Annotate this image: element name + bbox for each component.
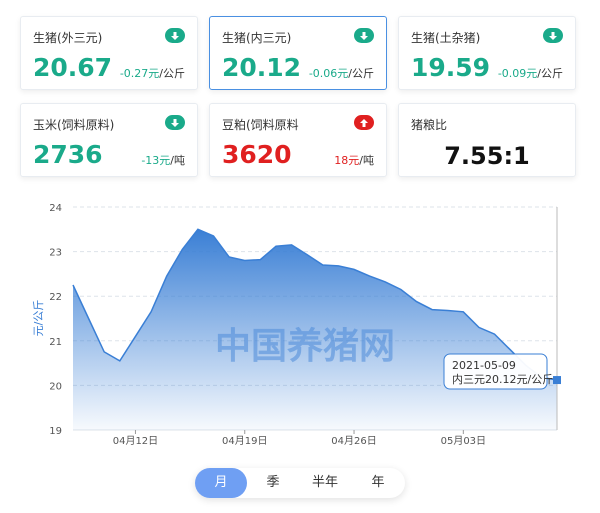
y-axis-label: 元/公斤 xyxy=(32,300,45,337)
card-pig-grain-ratio[interactable]: 猪粮比 7.55:1 xyxy=(398,103,576,177)
price-chart: 19 20 21 22 23 24 04月12日 04月19日 04月26日 05月03日 元/… xyxy=(32,203,561,447)
card-value: 3620 xyxy=(222,140,292,169)
card-change: -13元/吨 xyxy=(141,154,185,167)
card-value: 19.59 xyxy=(411,53,491,82)
x-tick-label: 05月03日 xyxy=(441,435,486,447)
x-tick-label: 04月26日 xyxy=(331,435,376,447)
hover-point-marker xyxy=(553,376,561,385)
tab-quarter[interactable]: 季 xyxy=(247,468,299,498)
x-tick-label: 04月19日 xyxy=(222,435,267,447)
y-tick-label: 21 xyxy=(49,337,62,348)
down-arrow-icon xyxy=(354,28,374,43)
y-tick-label: 23 xyxy=(49,248,62,259)
y-tick-label: 19 xyxy=(49,426,62,437)
card-change: -0.27元/公斤 xyxy=(119,67,185,80)
y-tick-label: 24 xyxy=(49,203,62,214)
x-tick-label: 04月12日 xyxy=(113,435,158,447)
card-name: 生猪(内三元) xyxy=(222,31,292,45)
card-value: 20.12 xyxy=(222,53,302,82)
card-name: 生猪(外三元) xyxy=(33,31,103,45)
tab-year[interactable]: 年 xyxy=(351,468,405,498)
card-value: 7.55:1 xyxy=(444,142,530,170)
tooltip-text: 内三元20.12元/公斤 xyxy=(452,372,553,386)
down-arrow-icon xyxy=(165,115,185,130)
card-corn[interactable]: 玉米(饲料原料) 2736 -13元/吨 xyxy=(20,103,198,177)
y-tick-label: 20 xyxy=(49,381,62,392)
card-value: 2736 xyxy=(33,140,103,169)
watermark: 中国养猪网 xyxy=(215,325,395,367)
card-soymeal[interactable]: 豆粕(饲料原料 3620 18元/吨 xyxy=(209,103,387,177)
card-pig-outer[interactable]: 生猪(外三元) 20.67 -0.27元/公斤 xyxy=(20,16,198,90)
up-arrow-icon xyxy=(354,115,374,130)
down-arrow-icon xyxy=(165,28,185,43)
card-value: 20.67 xyxy=(33,53,113,82)
down-arrow-icon xyxy=(543,28,563,43)
tooltip-date: 2021-05-09 xyxy=(452,359,516,372)
card-change: -0.06元/公斤 xyxy=(308,67,374,80)
y-tick-labels: 19 20 21 22 23 24 xyxy=(49,203,62,437)
period-tabs: 月 季 半年 年 xyxy=(195,468,405,498)
card-name: 猪粮比 xyxy=(411,118,448,132)
card-change: 18元/吨 xyxy=(334,154,374,167)
card-change: -0.09元/公斤 xyxy=(497,67,563,80)
card-name: 玉米(饲料原料) xyxy=(33,118,115,132)
card-pig-inner[interactable]: 生猪(内三元) 20.12 -0.06元/公斤 xyxy=(209,16,387,90)
card-name: 生猪(土杂猪) xyxy=(411,31,481,45)
x-tick-labels: 04月12日 04月19日 04月26日 05月03日 xyxy=(113,430,486,447)
y-tick-label: 22 xyxy=(49,292,62,303)
card-pig-local[interactable]: 生猪(土杂猪) 19.59 -0.09元/公斤 xyxy=(398,16,576,90)
tab-month[interactable]: 月 xyxy=(195,468,247,498)
tab-half-year[interactable]: 半年 xyxy=(299,468,351,498)
hover-tooltip: 2021-05-09 内三元20.12元/公斤 xyxy=(443,353,553,390)
card-name: 豆粕(饲料原料 xyxy=(222,118,299,132)
